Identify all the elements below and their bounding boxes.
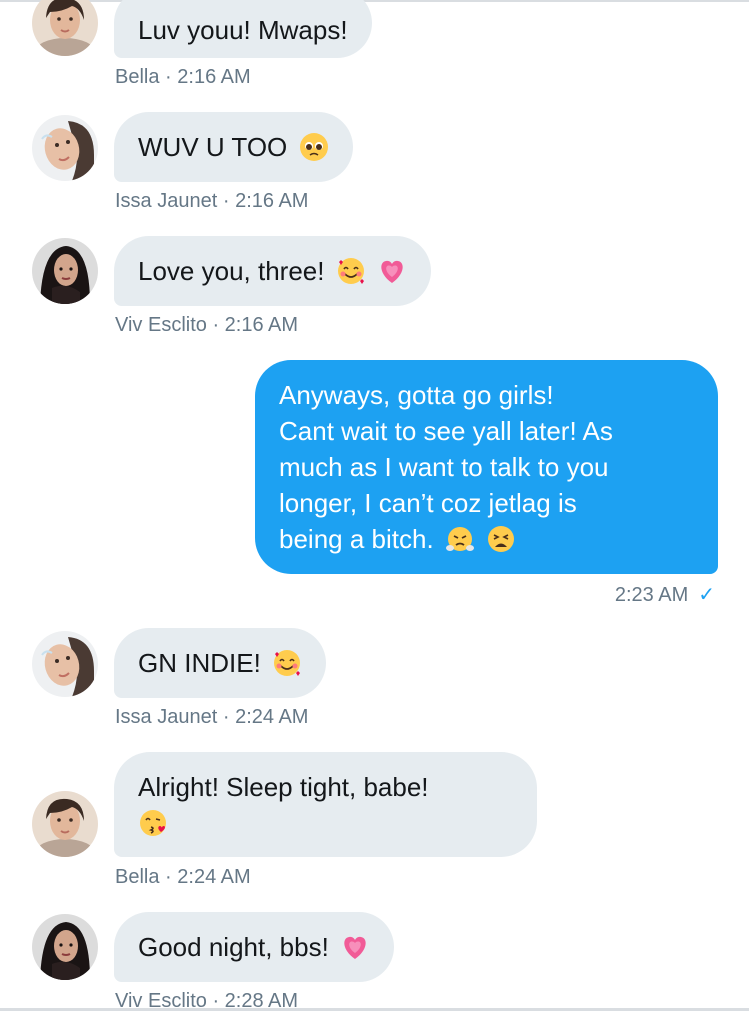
message-line: being a bitch. <box>279 524 434 554</box>
timestamp: 2:16 AM <box>235 190 309 212</box>
avatar-viv-esclito[interactable] <box>32 914 98 980</box>
avatar-viv-esclito[interactable] <box>32 238 98 304</box>
message-line: longer, I can’t coz jetlag is <box>279 488 577 518</box>
avatar-bella[interactable] <box>32 791 98 857</box>
message-bubble[interactable]: WUV U TOO <box>114 112 353 182</box>
avatar-issa-jaunet[interactable] <box>32 631 98 697</box>
smiling-face-with-hearts-icon <box>336 256 366 286</box>
message-bubble[interactable]: GN INDIE! <box>114 628 327 698</box>
message-line: Anyways, gotta go girls! <box>279 380 554 410</box>
sender-name[interactable]: Issa Jaunet <box>115 190 217 212</box>
message-meta: Bella · 2:16 AM <box>115 66 251 88</box>
avatar-bella-photo <box>32 0 98 56</box>
sender-name[interactable]: Viv Esclito <box>115 314 207 336</box>
growing-heart-icon <box>377 256 407 286</box>
sender-name[interactable]: Issa Jaunet <box>115 706 217 728</box>
message-emoji-line <box>138 805 513 841</box>
message-line: Cant wait to see yall later! As <box>279 416 613 446</box>
message-meta: Viv Esclito · 2:16 AM <box>115 314 299 336</box>
avatar-viv-photo <box>32 238 98 304</box>
avatar-issa-photo <box>32 115 98 181</box>
timestamp: 2:16 AM <box>224 314 299 336</box>
timestamp: 2:24 AM <box>177 866 251 888</box>
message-bubble[interactable]: Alright! Sleep tight, babe! <box>114 752 537 857</box>
pleading-face-icon <box>299 132 329 162</box>
message-text: Luv youu! Mwaps! <box>138 15 348 45</box>
message-text: GN INDIE! <box>138 648 261 678</box>
message-meta: Issa Jaunet · 2:24 AM <box>115 706 309 728</box>
message-meta: Issa Jaunet · 2:16 AM <box>115 190 309 212</box>
message-text: Love you, three! <box>138 256 325 286</box>
timestamp: 2:23 AM <box>614 584 689 606</box>
smiling-face-with-hearts-icon <box>272 648 302 678</box>
avatar-issa-jaunet[interactable] <box>32 115 98 181</box>
message-bubble[interactable]: Good night, bbs! <box>114 912 395 982</box>
message-bubble[interactable]: Love you, three! <box>114 236 431 306</box>
avatar-bella[interactable] <box>32 0 98 56</box>
message-line: much as I want to talk to you <box>279 452 609 482</box>
message-text: Alright! Sleep tight, babe! <box>138 772 429 802</box>
growing-heart-icon <box>340 932 370 962</box>
message-text: WUV U TOO <box>138 132 288 162</box>
message-text: Good night, bbs! <box>138 932 329 962</box>
avatar-bella-photo <box>32 791 98 857</box>
message-meta: Bella · 2:24 AM <box>115 866 251 888</box>
weary-face-icon <box>486 524 516 554</box>
avatar-viv-photo <box>32 914 98 980</box>
face-with-steam-icon <box>445 524 475 554</box>
timestamp: 2:16 AM <box>177 66 251 88</box>
message-bubble[interactable]: Luv youu! Mwaps! <box>114 0 372 58</box>
timestamp: 2:24 AM <box>235 706 309 728</box>
avatar-issa-photo <box>32 631 98 697</box>
check-icon: ✓ <box>698 584 715 606</box>
face-blowing-kiss-icon <box>138 808 168 838</box>
sender-name[interactable]: Bella <box>115 66 159 88</box>
top-divider <box>0 0 749 2</box>
conversation-view: Luv youu! Mwaps! Bella · 2:16 AM WUV U T… <box>0 0 749 1011</box>
message-bubble-outgoing[interactable]: Anyways, gotta go girls! Cant wait to se… <box>255 360 718 574</box>
message-line-last: being a bitch. <box>279 521 694 557</box>
message-meta-outgoing: 2:23 AM ✓ <box>615 582 715 607</box>
sender-name[interactable]: Bella <box>115 866 159 888</box>
